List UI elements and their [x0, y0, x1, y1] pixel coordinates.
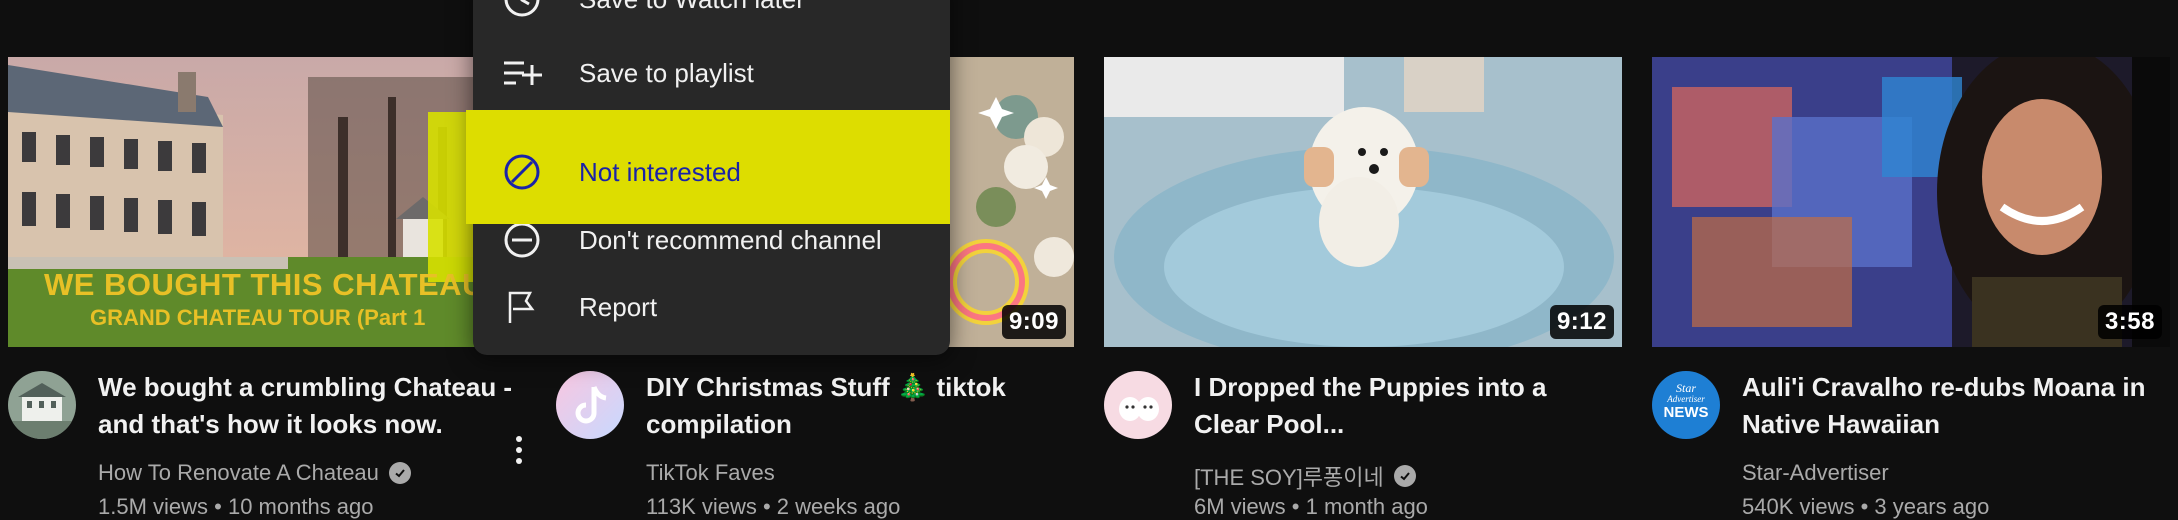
duration-badge: 3:58: [2097, 305, 2162, 339]
puppy-pool-thumbnail-image: [1104, 57, 1622, 347]
menu-item-label: Report: [579, 291, 658, 322]
menu-item-report[interactable]: Report: [473, 274, 950, 340]
block-icon: [501, 151, 543, 193]
menu-item-save-watch-later[interactable]: Save to Watch later: [473, 0, 950, 32]
menu-item-not-interested[interactable]: Not interested: [473, 139, 950, 205]
menu-item-save-playlist[interactable]: Save to playlist: [473, 40, 950, 106]
video-meta: 1.5M views • 10 months ago: [98, 494, 374, 519]
video-title[interactable]: Auli'i Cravalho re-dubs Moana in Native …: [1742, 369, 2162, 443]
chateau-avatar-image: [8, 371, 76, 439]
video-card[interactable]: 3:58 Star Advertiser NEWS Auli'i Cravalh…: [1652, 57, 2170, 519]
channel-avatar[interactable]: [556, 371, 624, 439]
video-thumbnail[interactable]: WE BOUGHT THIS CHATEAU GRAND CHATEAU TOU…: [8, 57, 526, 347]
channel-name[interactable]: How To Renovate A Chateau: [98, 460, 411, 486]
menu-item-label: Don't recommend channel: [579, 224, 882, 255]
moana-interview-thumbnail-image: [1652, 57, 2170, 347]
channel-avatar[interactable]: Star Advertiser NEWS: [1652, 371, 1720, 439]
verified-check-icon: [388, 462, 411, 484]
flag-icon: [501, 286, 543, 328]
duration-badge: 9:09: [1001, 305, 1066, 339]
chateau-thumbnail-image: [8, 57, 526, 347]
channel-avatar[interactable]: [8, 371, 76, 439]
tiktok-avatar-image: [556, 371, 624, 439]
menu-item-label: Not interested: [579, 156, 741, 187]
channel-name-text[interactable]: TikTok Faves: [646, 460, 775, 486]
video-card[interactable]: WE BOUGHT THIS CHATEAU GRAND CHATEAU TOU…: [8, 57, 526, 519]
menu-item-label: Save to Watch later: [579, 0, 805, 15]
more-actions-icon[interactable]: [506, 425, 532, 475]
video-meta: 113K views • 2 weeks ago: [646, 494, 901, 519]
channel-name-text[interactable]: [THE SOY]루퐁이네: [1194, 460, 1384, 492]
video-thumbnail[interactable]: 3:58: [1652, 57, 2170, 347]
channel-name-text[interactable]: Star-Advertiser: [1742, 460, 1889, 486]
menu-item-label: Save to playlist: [579, 57, 754, 88]
clock-icon: [501, 0, 543, 20]
channel-avatar[interactable]: [1104, 371, 1172, 439]
video-title[interactable]: I Dropped the Puppies into a Clear Pool.…: [1194, 369, 1614, 443]
channel-name[interactable]: TikTok Faves: [646, 460, 775, 486]
video-title[interactable]: DIY Christmas Stuff 🎄 tiktok compilation: [646, 369, 1066, 443]
duration-badge: 9:12: [1549, 305, 1614, 339]
playlist-add-icon: [501, 52, 543, 94]
star-advertiser-logo: Star Advertiser NEWS: [1663, 381, 1709, 421]
channel-name[interactable]: Star-Advertiser: [1742, 460, 1889, 486]
thumbnail-subheadline: GRAND CHATEAU TOUR (Part 1: [90, 305, 426, 330]
video-title[interactable]: We bought a crumbling Chateau - and that…: [98, 369, 518, 443]
channel-name-text[interactable]: How To Renovate A Chateau: [98, 460, 379, 486]
verified-check-icon: [1393, 465, 1416, 487]
video-meta: 6M views • 1 month ago: [1194, 494, 1428, 519]
thumbnail-headline: WE BOUGHT THIS CHATEAU: [44, 267, 485, 302]
video-meta: 540K views • 3 years ago: [1742, 494, 1990, 519]
video-thumbnail[interactable]: 9:12: [1104, 57, 1622, 347]
channel-name[interactable]: [THE SOY]루퐁이네: [1194, 460, 1416, 492]
minus-circle-icon: [501, 219, 543, 261]
the-soy-avatar-image: [1104, 371, 1172, 439]
video-card[interactable]: 9:12 I Dropped the Puppies into a Clear …: [1104, 57, 1622, 519]
